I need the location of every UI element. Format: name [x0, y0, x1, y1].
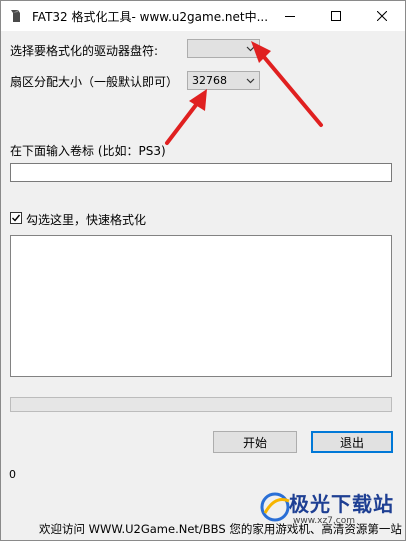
- close-button[interactable]: [359, 1, 405, 31]
- maximize-icon: [331, 11, 341, 21]
- status-text: 0: [9, 468, 16, 481]
- minimize-icon: [285, 16, 295, 17]
- volume-label: 在下面输入卷标 (比如：PS3): [10, 144, 166, 158]
- annotation-arrow-sector: [165, 89, 207, 145]
- check-icon: [12, 214, 21, 222]
- volume-label-input[interactable]: [10, 163, 392, 182]
- exit-button[interactable]: 退出: [311, 431, 393, 453]
- quick-format-label[interactable]: 勾选这里，快速格式化: [26, 211, 146, 228]
- log-output[interactable]: [10, 235, 392, 377]
- start-button[interactable]: 开始: [213, 431, 297, 453]
- close-icon: [377, 11, 387, 21]
- footer-text: 欢迎访问 WWW.U2Game.Net/BBS 您的家用游戏机、高清资源第一站: [39, 522, 402, 536]
- minimize-button[interactable]: [267, 1, 313, 31]
- title-bar: FAT32 格式化工具- www.u2game.net中...: [1, 1, 405, 31]
- app-icon: [11, 10, 20, 22]
- drive-label: 选择要格式化的驱动器盘符:: [10, 44, 159, 58]
- window-title: FAT32 格式化工具- www.u2game.net中...: [32, 10, 269, 24]
- progress-bar: [10, 397, 392, 412]
- sector-label: 扇区分配大小（一般默认即可）: [10, 75, 179, 89]
- watermark-text: 极光下载站: [289, 492, 394, 516]
- quick-format-checkbox[interactable]: [10, 212, 22, 224]
- maximize-button[interactable]: [313, 1, 359, 31]
- app-window: FAT32 格式化工具- www.u2game.net中... 选择要格式化的驱…: [0, 0, 406, 541]
- annotation-arrow-drive: [251, 41, 323, 127]
